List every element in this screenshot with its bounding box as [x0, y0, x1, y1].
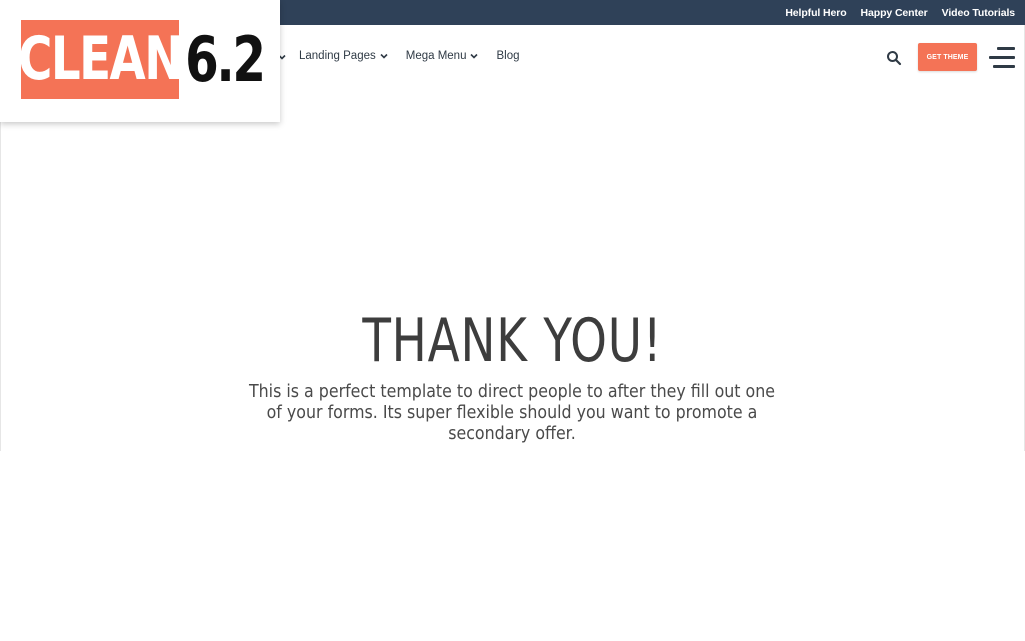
hamburger-menu-icon[interactable] — [989, 45, 1015, 71]
logo-version: 6.2 — [184, 20, 264, 99]
happy-center-link[interactable]: Happy Center — [861, 7, 928, 19]
nav-item-landing-pages[interactable]: Landing Pages — [299, 50, 388, 62]
logo-word: CLEAN — [21, 20, 179, 99]
nav-item-label: Mega Menu — [405, 50, 467, 62]
nav-item-mega-menu[interactable]: Mega Menu — [406, 50, 479, 62]
nav-item-blog[interactable]: Blog — [496, 50, 519, 62]
logo-version-text: 6.2 — [184, 23, 264, 96]
search-icon[interactable] — [886, 50, 902, 66]
utility-links: Helpful Hero Happy Center Video Tutorial… — [785, 0, 1015, 25]
page-title-text: THANK YOU! — [362, 306, 663, 376]
get-theme-button[interactable]: GET THEME — [918, 43, 977, 71]
helpful-hero-link[interactable]: Helpful Hero — [785, 7, 846, 19]
main-nav: Landing Pages Mega Menu Blog — [299, 48, 520, 64]
logo-word-text: CLEAN — [21, 24, 179, 94]
hero-description: This is a perfect template to direct peo… — [212, 381, 812, 444]
video-tutorials-link[interactable]: Video Tutorials — [942, 7, 1015, 19]
chevron-down-icon — [470, 53, 479, 59]
nav-item-label: Blog — [496, 50, 520, 62]
nav-item-label: Landing Pages — [299, 50, 376, 62]
hero-description-text: This is a perfect template to direct peo… — [248, 381, 776, 444]
page-title: THANK YOU! — [0, 306, 1025, 376]
chevron-down-icon — [380, 53, 388, 59]
logo-card: CLEAN 6.2 — [0, 0, 280, 122]
